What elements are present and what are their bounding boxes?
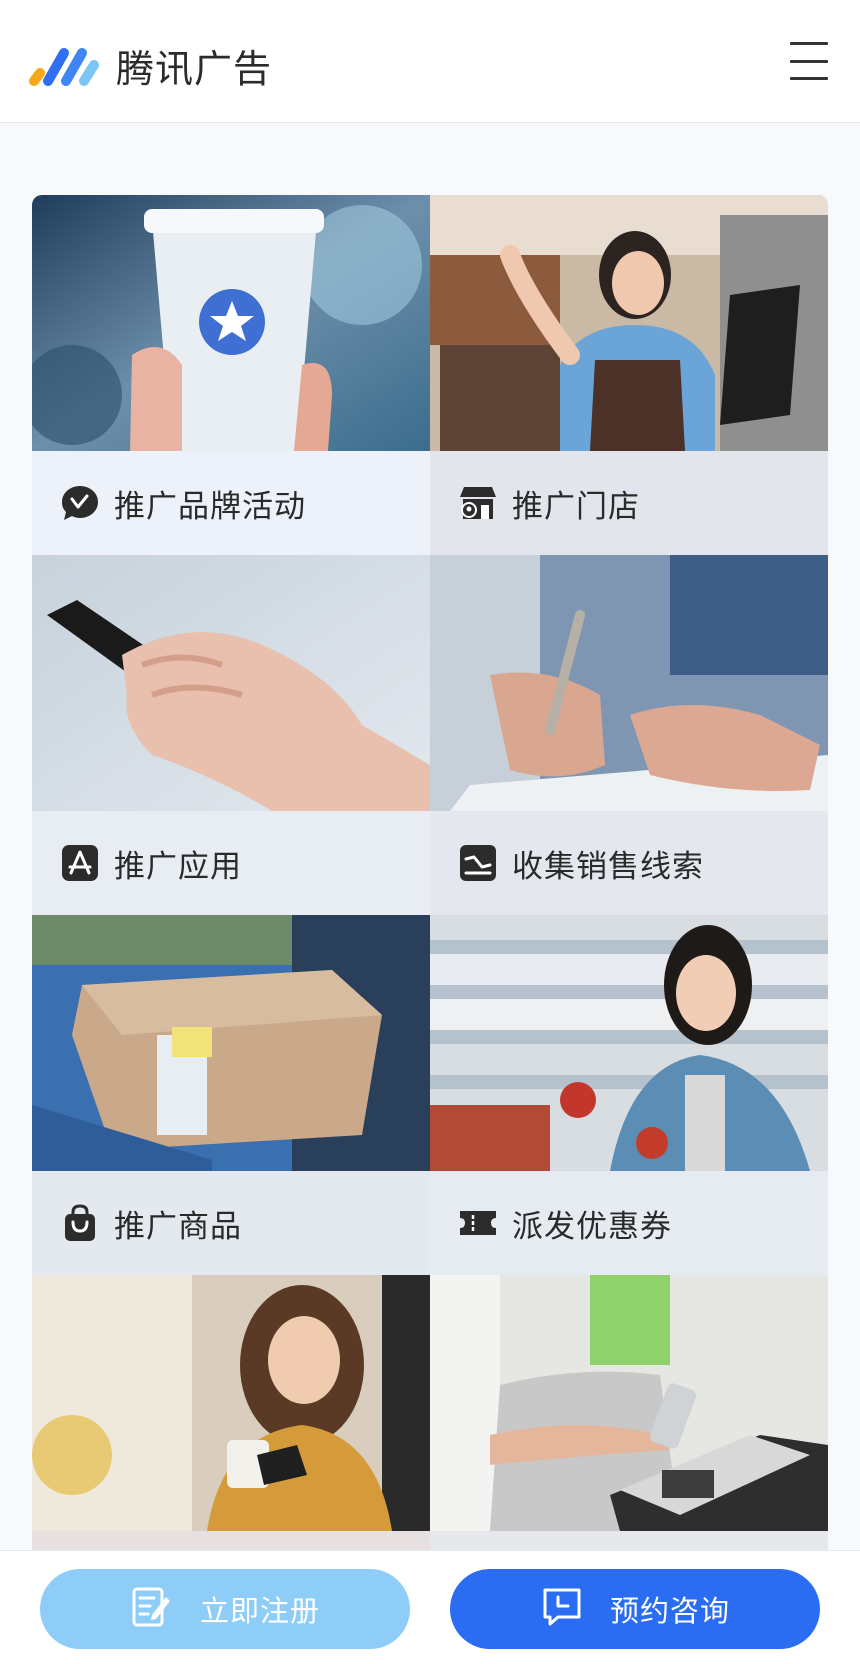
card-products[interactable]: 推广商品 <box>32 915 430 1275</box>
hamburger-menu-icon[interactable] <box>790 42 828 80</box>
register-label: 立即注册 <box>199 1594 320 1628</box>
form-edit-icon <box>130 1585 174 1633</box>
leads-chart-icon <box>458 843 498 883</box>
chat-clock-icon <box>540 1585 584 1633</box>
shopping-bag-icon <box>60 1203 100 1243</box>
card-coupons[interactable]: 派发优惠券 <box>430 915 828 1275</box>
coffee-cup-photo <box>32 195 430 451</box>
store-location-icon <box>458 483 498 523</box>
card-label: 推广品牌活动 <box>114 488 306 525</box>
card-sales-leads[interactable]: 收集销售线索 <box>430 555 828 915</box>
consult-label: 预约咨询 <box>609 1594 730 1628</box>
phone-hands-photo <box>32 555 430 811</box>
package-delivery-photo <box>32 915 430 1171</box>
card-store[interactable]: 推广门店 <box>430 195 828 555</box>
card-label: 推广应用 <box>114 848 242 885</box>
card-label: 派发优惠券 <box>512 1208 672 1245</box>
brand-name: 腾讯广告 <box>116 47 273 91</box>
register-button[interactable]: 立即注册 <box>40 1569 410 1649</box>
pen-signing-photo <box>430 555 828 811</box>
brand-logo[interactable]: 腾讯广告 <box>28 38 272 93</box>
woman-coffee-phone-photo <box>32 1275 430 1531</box>
tencent-ads-logo-icon <box>29 47 99 86</box>
card-label-bar: 推广应用 <box>32 811 430 915</box>
card-brand-activity[interactable]: 推广品牌活动 <box>32 195 430 555</box>
card-label: 收集销售线索 <box>512 848 704 885</box>
bottom-action-bar: 立即注册 预约咨询 <box>0 1550 860 1664</box>
payment-terminal-photo <box>430 1275 828 1531</box>
card-label-bar: 收集销售线索 <box>430 811 828 915</box>
card-app[interactable]: 推广应用 <box>32 555 430 915</box>
solutions-grid: 推广品牌活动 推广门店 推广应用 收集销售线索 推广商品 派发优惠券 <box>32 195 828 1635</box>
supermarket-photo <box>430 915 828 1171</box>
card-label-bar: 推广商品 <box>32 1171 430 1275</box>
app-store-icon <box>60 843 100 883</box>
brand-bubble-icon <box>60 483 100 523</box>
card-label-bar: 推广品牌活动 <box>32 451 430 555</box>
top-header: 腾讯广告 <box>0 0 860 123</box>
barista-photo <box>430 195 828 451</box>
card-label: 推广门店 <box>512 488 640 525</box>
consult-button[interactable]: 预约咨询 <box>450 1569 820 1649</box>
card-label: 推广商品 <box>114 1208 242 1245</box>
card-label-bar: 派发优惠券 <box>430 1171 828 1275</box>
coupon-icon <box>458 1203 498 1243</box>
card-label-bar: 推广门店 <box>430 451 828 555</box>
